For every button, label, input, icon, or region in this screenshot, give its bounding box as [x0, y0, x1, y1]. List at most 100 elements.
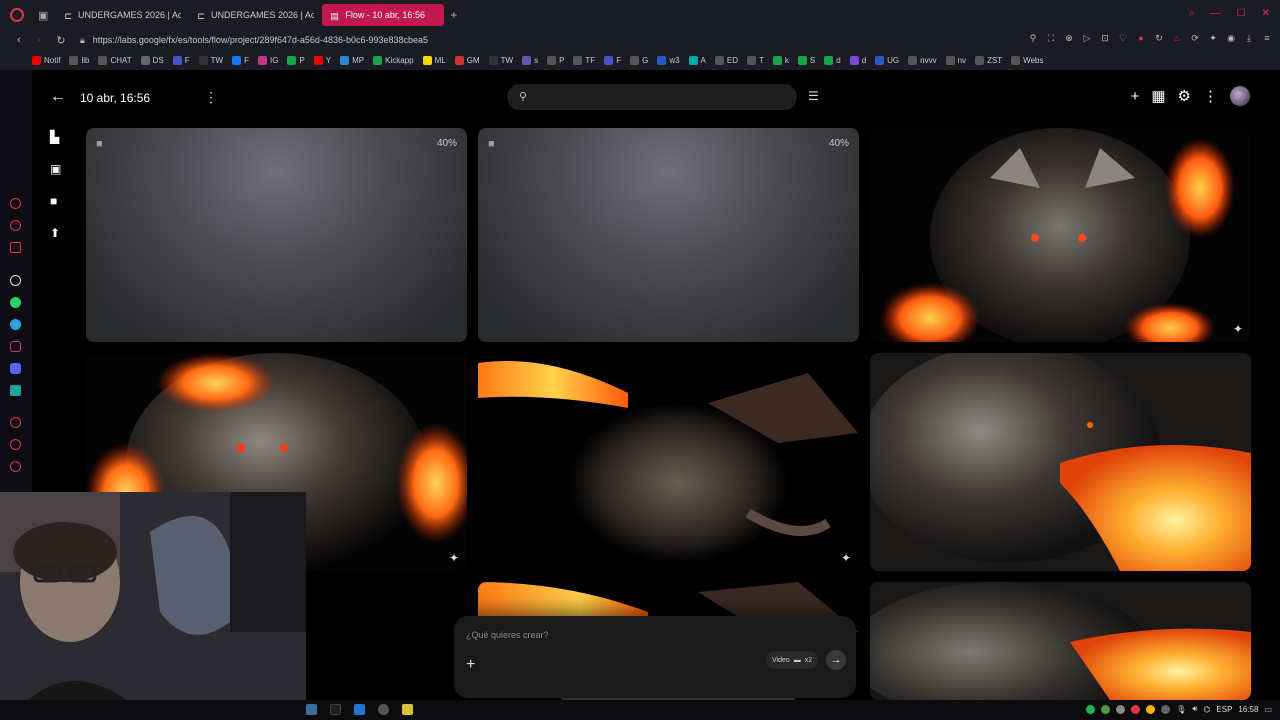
tab-undergames-1[interactable]: ⊏ UNDERGAMES 2026 | Acc	[56, 4, 181, 26]
telegram-icon[interactable]	[10, 319, 21, 330]
bookmark-item[interactable]: P	[547, 55, 564, 65]
bookmark-item[interactable]: ML	[422, 55, 446, 65]
prompt-input[interactable]: ¿Qué quieres crear?	[466, 630, 549, 640]
profile-icon[interactable]: ◉	[1226, 33, 1236, 44]
abp-icon[interactable]: ●	[1136, 33, 1146, 44]
pin-icon[interactable]: ⚲	[1028, 33, 1038, 44]
bookmark-item[interactable]: T	[747, 55, 764, 65]
bookmark-item[interactable]: G	[630, 55, 648, 65]
search-tabs-icon[interactable]: ⌕	[1189, 8, 1195, 19]
forward-nav-icon[interactable]: ›	[30, 34, 48, 46]
image-icon[interactable]: ▣	[50, 162, 64, 176]
dashboard-icon[interactable]: ▙	[50, 130, 64, 144]
bookmark-item[interactable]: Notif	[32, 55, 60, 65]
bookmark-item[interactable]: s	[522, 55, 538, 65]
bookmark-item[interactable]: F	[172, 55, 190, 65]
new-tab-icon[interactable]: +	[450, 8, 457, 22]
bookmark-item[interactable]: ZST	[975, 55, 1002, 65]
avatar[interactable]	[1230, 86, 1250, 106]
bookmark-item[interactable]: Y	[313, 55, 331, 65]
bookmark-item[interactable]: nvvv	[908, 55, 937, 65]
bookmark-item[interactable]: w3	[657, 55, 680, 65]
box-icon[interactable]: ⊡	[1100, 33, 1110, 44]
bookmark-item[interactable]: MP	[340, 55, 364, 65]
settings-gear-icon[interactable]: ⚙	[1178, 87, 1191, 105]
project-title[interactable]: 10 abr, 16:56	[80, 91, 150, 105]
app-taskbar-icon[interactable]	[330, 704, 341, 715]
tab-flow[interactable]: ▤ Flow - 10 abr, 16:56	[322, 4, 445, 26]
clock[interactable]: 16:58	[1238, 705, 1258, 714]
notes-icon[interactable]	[402, 704, 413, 715]
bookmark-item[interactable]: Kickapp	[373, 55, 414, 65]
more-menu-icon[interactable]: ⋮	[1203, 87, 1218, 105]
send-icon[interactable]: ▷	[1082, 33, 1092, 44]
video-icon[interactable]: ■	[50, 194, 64, 208]
chrome-icon[interactable]	[378, 704, 389, 715]
spotify-icon[interactable]	[1086, 704, 1096, 714]
bookmark-item[interactable]: k	[772, 55, 789, 65]
media-card-dragon[interactable]	[870, 582, 1251, 700]
screenshot-icon[interactable]: ⛶	[1046, 33, 1056, 44]
tray-app-icon[interactable]	[1116, 704, 1126, 714]
aria-sidebar-icon[interactable]	[10, 220, 21, 231]
url-field[interactable]: https://labs.google/fx/es/tools/flow/pro…	[93, 35, 428, 45]
refresh-ext-icon[interactable]: ↻	[1154, 33, 1164, 44]
bookmark-item[interactable]: DS	[140, 55, 164, 65]
pinboard-icon[interactable]	[10, 242, 21, 253]
bookmark-item[interactable]: F	[604, 55, 621, 65]
bookmark-item[interactable]: TW	[488, 55, 513, 65]
bookmark-item[interactable]: nv	[945, 55, 966, 65]
app-icon[interactable]	[10, 385, 21, 396]
speed-dial-icon[interactable]	[10, 198, 21, 209]
close-icon[interactable]: ✕	[1262, 8, 1270, 19]
fire-icon[interactable]: ♨	[1172, 33, 1182, 44]
app-taskbar-icon[interactable]	[306, 704, 317, 715]
bookmark-item[interactable]: d	[849, 55, 866, 65]
discord-icon[interactable]	[10, 363, 21, 374]
bookmark-item[interactable]: d	[824, 55, 841, 65]
media-card-dragon[interactable]	[870, 353, 1251, 571]
extensions-sidebar-icon[interactable]	[10, 461, 21, 472]
bookmark-item[interactable]: P	[287, 55, 305, 65]
mic-icon[interactable]: 🎙︎	[1176, 705, 1186, 714]
maximize-icon[interactable]: ☐	[1237, 8, 1246, 19]
opera-tray-icon[interactable]	[1131, 704, 1141, 714]
history-icon[interactable]	[10, 439, 21, 450]
instagram-icon[interactable]	[10, 341, 21, 352]
chatgpt-icon[interactable]	[10, 275, 21, 286]
sparkle-icon[interactable]: ✦	[1233, 322, 1243, 336]
aria-icon[interactable]: ⟳	[1190, 33, 1200, 44]
block-icon[interactable]: ⊗	[1064, 33, 1074, 44]
media-card-loading[interactable]: ■ 40%	[478, 128, 859, 342]
media-card-dragon[interactable]: ✦	[870, 128, 1251, 342]
bookmark-item[interactable]: ED	[714, 55, 738, 65]
sparkle-icon[interactable]: ✦	[841, 551, 851, 565]
tray-app-icon[interactable]	[1161, 704, 1171, 714]
bookmark-item[interactable]: lib	[69, 55, 89, 65]
project-menu-icon[interactable]: ⋮	[204, 89, 218, 106]
vscode-icon[interactable]	[354, 704, 365, 715]
add-icon[interactable]: +	[1131, 88, 1140, 105]
tray-app-icon[interactable]	[1101, 704, 1111, 714]
bookmark-item[interactable]: CHAT	[98, 55, 132, 65]
tab-menu-icon[interactable]: ▣	[38, 9, 48, 22]
send-button[interactable]: →	[826, 650, 846, 670]
bookmark-item[interactable]: TW	[198, 55, 223, 65]
menu-icon[interactable]: ≡	[1262, 33, 1272, 44]
bookmark-item[interactable]: S	[797, 55, 815, 65]
search-input[interactable]: ⚲	[507, 84, 797, 110]
minimize-icon[interactable]: —	[1211, 8, 1221, 19]
whatsapp-icon[interactable]	[10, 297, 21, 308]
volume-icon[interactable]: 🔊︎	[1192, 704, 1197, 714]
lang-indicator[interactable]: ESP	[1216, 705, 1232, 714]
bookmark-item[interactable]: TF	[573, 55, 595, 65]
media-card-loading[interactable]: ■ 40%	[86, 128, 467, 342]
puzzle-icon[interactable]: ✦	[1208, 33, 1218, 44]
back-nav-icon[interactable]: ‹	[10, 34, 28, 46]
bookmark-item[interactable]: IG	[258, 55, 278, 65]
layout-icon[interactable]: ▦	[1151, 87, 1165, 105]
reload-icon[interactable]: ↻	[52, 34, 70, 47]
media-card-dragon[interactable]: ✦	[478, 353, 859, 571]
opera-logo-icon[interactable]	[10, 8, 24, 22]
bookmark-item[interactable]: UG	[875, 55, 899, 65]
